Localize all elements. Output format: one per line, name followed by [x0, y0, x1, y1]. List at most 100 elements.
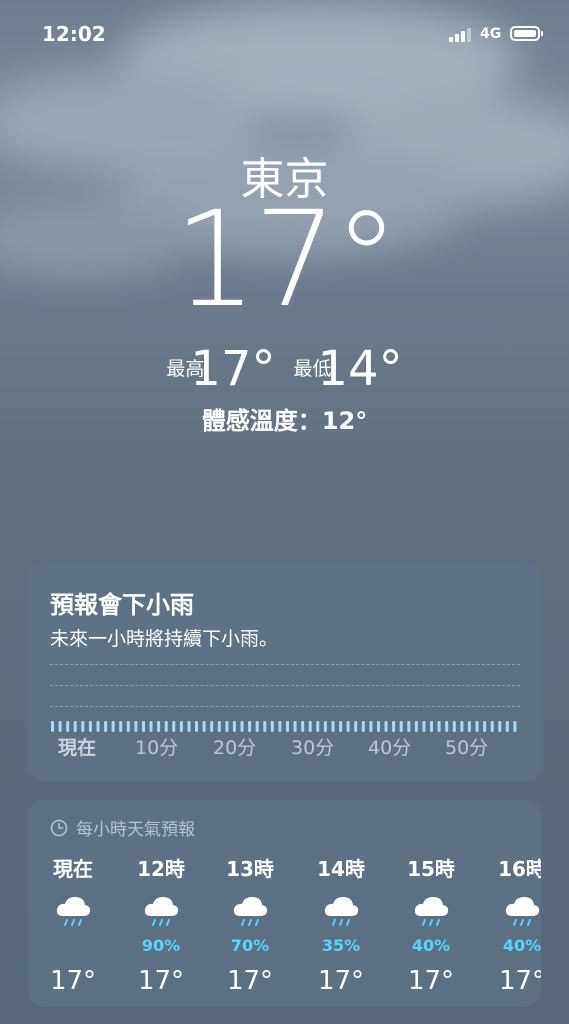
precipitation-bar	[422, 721, 426, 732]
precipitation-bar	[354, 721, 358, 732]
high-low: 最高17° 最低14°	[0, 336, 569, 399]
precipitation-bar	[392, 721, 396, 732]
precipitation-bar	[51, 721, 54, 732]
precipitation-bar	[369, 721, 373, 732]
precipitation-bar	[278, 721, 282, 732]
precip-probability: 90%	[141, 936, 181, 955]
precipitation-bar	[316, 721, 320, 732]
precipitation-bar	[498, 721, 502, 732]
hourly-item[interactable]: 14時 35% 17°	[306, 853, 376, 996]
current-temperature: 17°	[173, 183, 400, 337]
signal-icon	[449, 28, 471, 42]
hour-label: 15時	[407, 857, 455, 881]
hourly-item[interactable]: 16時 40% 17°	[487, 853, 541, 996]
grid-line	[50, 706, 520, 707]
precipitation-bar	[225, 721, 229, 732]
precipitation-bar	[483, 721, 487, 732]
precipitation-bar	[217, 721, 221, 732]
precipitation-bar	[323, 721, 327, 732]
precipitation-bar	[66, 721, 70, 732]
precipitation-bar	[232, 721, 236, 732]
precipitation-bar	[437, 721, 441, 732]
precipitation-card[interactable]: 預報會下小雨 未來一小時將持續下小雨。 現在 10分 20分 30分 40分 5…	[28, 561, 541, 782]
precipitation-bar	[430, 721, 433, 732]
low-temperature: 14°	[317, 341, 403, 397]
status-time: 12:02	[42, 22, 106, 46]
hour-label: 14時	[317, 857, 365, 881]
precip-probability: 70%	[230, 936, 270, 955]
precipitation-bar	[126, 721, 130, 732]
hourly-header-label: 每小時天氣預報	[76, 820, 195, 840]
hour-label: 16時	[498, 857, 541, 881]
precipitation-bar	[414, 721, 418, 732]
rain-cloud-icon	[396, 894, 466, 934]
hourly-item[interactable]: 現在 17°	[38, 853, 108, 996]
precipitation-subtitle: 未來一小時將持續下小雨。	[50, 628, 279, 650]
precipitation-bar	[255, 721, 259, 732]
precipitation-bar	[399, 721, 403, 732]
precipitation-bar	[331, 721, 335, 732]
precipitation-bar	[88, 721, 92, 732]
grid-line	[50, 685, 520, 686]
hour-temperature: 17°	[317, 966, 365, 996]
hourly-item[interactable]: 13時 70% 17°	[215, 853, 285, 996]
precipitation-bar	[111, 721, 115, 732]
precipitation-bar	[384, 721, 388, 732]
status-bar: 12:02 4G	[0, 0, 569, 70]
rain-cloud-icon	[126, 894, 196, 934]
precipitation-bar	[270, 721, 274, 732]
hour-label: 現在	[53, 857, 93, 881]
precipitation-bar	[104, 721, 108, 732]
rain-cloud-icon	[215, 894, 285, 934]
precipitation-bar	[179, 721, 183, 732]
precipitation-bar	[81, 721, 85, 732]
grid-line	[50, 664, 520, 665]
precip-probability	[38, 936, 108, 956]
hour-temperature: 17°	[226, 966, 274, 996]
hour-temperature: 17°	[407, 966, 455, 996]
time-label-10: 10分	[135, 737, 179, 759]
precipitation-bar	[286, 721, 289, 732]
feels-like: 體感溫度：12°	[201, 407, 368, 435]
precipitation-bar	[377, 721, 380, 732]
precip-probability: 40%	[502, 936, 541, 955]
hourly-item[interactable]: 15時 40% 17°	[396, 853, 466, 996]
time-label-30: 30分	[291, 737, 335, 759]
rain-cloud-icon	[306, 894, 376, 934]
hourly-forecast-card[interactable]: 每小時天氣預報 現在 17° 12時 90% 17° 13時 70% 17° 1…	[28, 799, 541, 1007]
precipitation-bar	[73, 721, 77, 732]
precipitation-bar	[361, 721, 365, 732]
precipitation-bar	[210, 721, 214, 732]
precipitation-bar	[187, 721, 191, 732]
precipitation-bar	[346, 721, 350, 732]
precipitation-bar	[195, 721, 198, 732]
precipitation-bar	[240, 721, 244, 732]
precipitation-bar	[263, 721, 267, 732]
hour-label: 13時	[226, 857, 274, 881]
precipitation-bar	[475, 721, 479, 732]
precipitation-bar	[339, 721, 343, 732]
precipitation-bar	[157, 721, 161, 732]
precipitation-bar	[172, 721, 176, 732]
time-label-40: 40分	[368, 737, 412, 759]
precip-probability: 40%	[411, 936, 451, 955]
precipitation-bar	[460, 721, 464, 732]
rain-cloud-icon	[487, 894, 541, 934]
precipitation-bar	[119, 721, 123, 732]
high-temperature: 17°	[190, 341, 276, 397]
time-label-20: 20分	[213, 737, 257, 759]
precipitation-bar	[142, 721, 145, 732]
precipitation-time-axis: 現在 10分 20分 30分 40分 50分	[28, 733, 541, 763]
hour-temperature: 17°	[137, 966, 185, 996]
hourly-header: 每小時天氣預報	[50, 815, 195, 840]
precipitation-bar	[308, 721, 312, 732]
precipitation-bar	[293, 721, 297, 732]
precipitation-bar	[248, 721, 252, 732]
precipitation-bar	[513, 721, 517, 732]
precipitation-bar	[202, 721, 206, 732]
battery-cap	[541, 31, 543, 36]
precipitation-bar	[164, 721, 168, 732]
hourly-item[interactable]: 12時 90% 17°	[126, 853, 196, 996]
precipitation-bar	[58, 721, 62, 732]
network-type: 4G	[480, 26, 502, 42]
